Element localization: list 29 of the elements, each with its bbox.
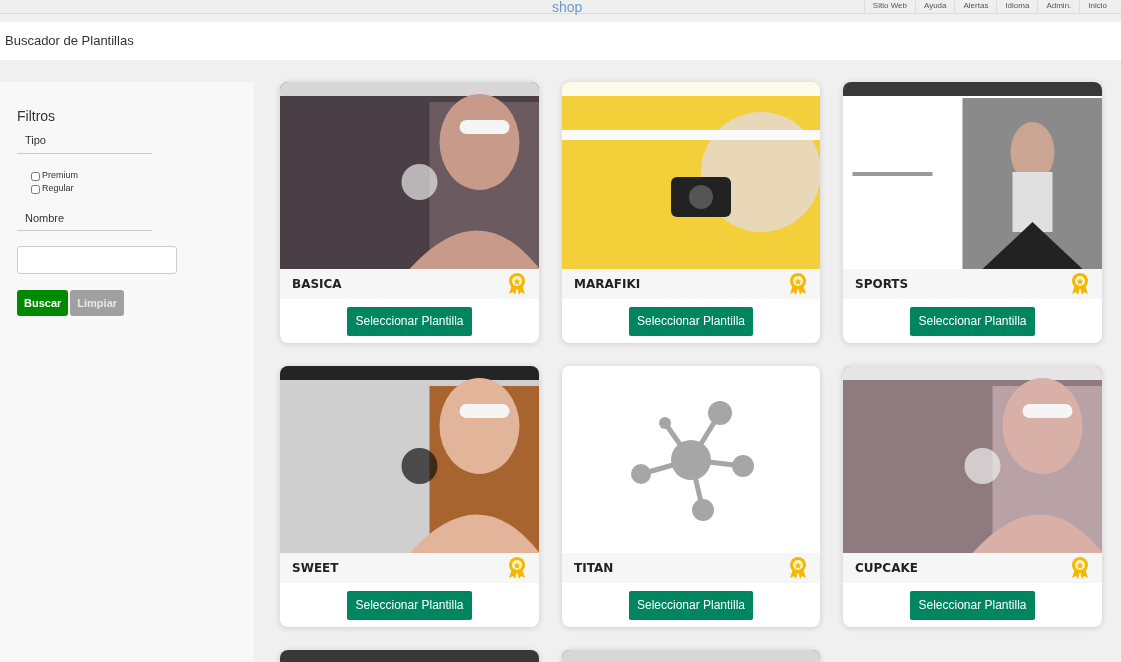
nav-link[interactable]: Admin. <box>1037 0 1080 13</box>
template-name: CUPCAKE <box>855 560 918 577</box>
select-template-button[interactable]: Seleccionar Plantilla <box>910 590 1035 620</box>
nav-link[interactable]: Alertas <box>954 0 997 13</box>
nav-link[interactable]: Idioma <box>996 0 1038 13</box>
name-field[interactable] <box>17 246 177 274</box>
checkbox-label: Regular <box>42 182 74 196</box>
nav-link[interactable]: Sitio Web <box>863 0 915 13</box>
select-template-button[interactable]: Seleccionar Plantilla <box>347 590 472 620</box>
checkbox-label: Premium <box>42 169 78 183</box>
filters-title: Filtros <box>17 107 57 126</box>
select-template-button[interactable]: Seleccionar Plantilla <box>628 590 754 620</box>
type-checkbox[interactable] <box>31 171 40 181</box>
template-name: SWEET <box>292 560 339 577</box>
select-template-button[interactable]: Seleccionar Plantilla <box>347 306 472 336</box>
select-template-button[interactable]: Seleccionar Plantilla <box>628 306 754 336</box>
name-label: Nombre <box>17 195 152 231</box>
template-name: MARAFIKI <box>574 276 641 293</box>
search-button[interactable]: Buscar <box>17 290 69 316</box>
logo[interactable]: shop <box>552 0 583 14</box>
template-name: SPORTS <box>855 276 909 293</box>
type-checkbox[interactable] <box>31 184 40 194</box>
nav-link[interactable]: Inicio <box>1079 0 1115 13</box>
page-title: Buscador de Plantillas <box>5 32 134 51</box>
type-label: Tipo <box>17 127 152 154</box>
template-name: TITAN <box>574 560 614 577</box>
template-name: BASICA <box>292 276 342 293</box>
nav-link[interactable]: Ayuda <box>914 0 955 13</box>
select-template-button[interactable]: Seleccionar Plantilla <box>910 306 1035 336</box>
